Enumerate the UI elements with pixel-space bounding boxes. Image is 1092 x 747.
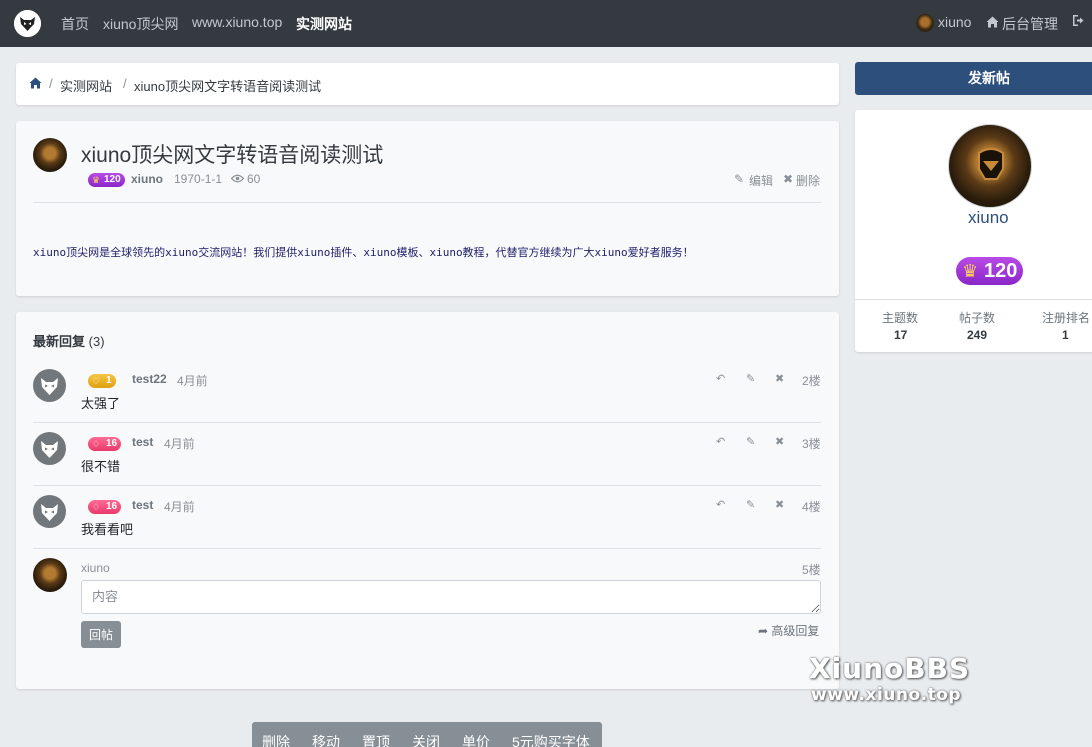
divider	[855, 299, 1092, 300]
compose-author: xiuno	[81, 561, 110, 575]
eye-icon	[230, 172, 245, 186]
reply-delete-icon[interactable]: ✖	[775, 498, 784, 511]
divider	[33, 548, 821, 549]
xiunobbs-watermark: XiunoBBS www.xiuno.top	[809, 652, 971, 705]
edit-icon[interactable]: ✎	[734, 172, 744, 186]
reply-edit-icon[interactable]: ✎	[746, 435, 755, 448]
diamond-icon: ♢	[92, 502, 101, 512]
reply-delete-icon[interactable]: ✖	[775, 372, 784, 385]
user-level-badge: ♛ 120	[88, 173, 125, 187]
diamond-icon: ♢	[92, 439, 101, 449]
admin-pin-button[interactable]: 置顶	[362, 732, 390, 747]
thread-body: xiuno顶尖网是全球领先的xiuno交流网站！我们提供xiuno插件、xiun…	[33, 246, 694, 259]
breadcrumb-home-icon[interactable]	[29, 76, 42, 91]
divider	[33, 422, 821, 423]
reply-time: 4月前	[177, 374, 208, 388]
user-avatar[interactable]	[916, 14, 934, 32]
reply-level-badge: ♢ 16	[88, 500, 122, 514]
stat-label-posts: 帖子数	[959, 311, 996, 325]
reply-author[interactable]: test	[132, 498, 153, 512]
stat-value-posts: 249	[967, 328, 988, 342]
reply-quote-icon[interactable]: ↶	[716, 435, 725, 448]
replies-card: 最新回复 (3) ♡ 1 test22 4月前 太强了 ↶ ✎ ✖ 2楼 ♢ 16 …	[16, 312, 839, 689]
nav-item-test-site[interactable]: 实测网站	[296, 14, 352, 34]
replies-count: (3)	[88, 334, 105, 349]
site-logo-icon[interactable]	[14, 10, 41, 37]
admin-delete-button[interactable]: 删除	[262, 732, 290, 747]
reply-avatar[interactable]	[33, 432, 66, 465]
reply-author[interactable]: test22	[132, 372, 167, 386]
compose-avatar	[33, 558, 67, 592]
reply-avatar[interactable]	[33, 495, 66, 528]
thread-title: xiuno顶尖网文字转语音阅读测试	[81, 144, 384, 167]
thread-view-count: 60	[247, 172, 261, 186]
thread-date: 1970-1-1	[174, 172, 223, 186]
thread-author[interactable]: xiuno	[131, 172, 163, 186]
home-icon	[986, 14, 999, 30]
reply-quote-icon[interactable]: ↶	[716, 372, 725, 385]
reply-edit-icon[interactable]: ✎	[746, 498, 755, 511]
nav-admin-link[interactable]: 后台管理	[1002, 14, 1058, 34]
admin-close-button[interactable]: 关闭	[412, 732, 440, 747]
reply-level-badge: ♡ 1	[88, 374, 116, 388]
reply-author[interactable]: test	[132, 435, 153, 449]
reply-floor: 3楼	[802, 437, 821, 451]
admin-action-bar: 删除 移动 置顶 关闭 单价 5元购买字体	[252, 722, 602, 747]
reply-content: 我看看吧	[81, 522, 134, 537]
breadcrumb: / 实测网站 / xiuno顶尖网文字转语音阅读测试	[16, 63, 839, 105]
thread-card: xiuno顶尖网文字转语音阅读测试 ♛ 120 xiuno 1970-1-1 60…	[16, 121, 839, 296]
reply-delete-icon[interactable]: ✖	[775, 435, 784, 448]
profile-level-badge: ♛ 120	[956, 257, 1023, 285]
heart-icon: ♡	[92, 376, 101, 386]
profile-avatar[interactable]	[948, 124, 1032, 208]
reply-time: 4月前	[164, 500, 195, 514]
nav-logout-icon[interactable]	[1072, 14, 1086, 30]
stat-label-rank: 注册排名	[1042, 311, 1091, 325]
share-icon: ➦	[758, 624, 769, 638]
nav-item-xiuno-top[interactable]: xiuno顶尖网	[103, 14, 178, 34]
reply-level-badge: ♢ 16	[88, 437, 122, 451]
replies-heading: 最新回复 (3)	[33, 334, 105, 349]
advanced-reply-link[interactable]: ➦ 高级回复	[758, 622, 819, 639]
reply-content: 太强了	[81, 396, 121, 411]
breadcrumb-separator: /	[49, 76, 53, 91]
nav-username[interactable]: xiuno	[938, 14, 971, 30]
breadcrumb-section-link[interactable]: 实测网站	[60, 76, 112, 95]
profile-username[interactable]: xiuno	[968, 208, 1009, 228]
stat-value-rank: 1	[1062, 328, 1069, 342]
admin-price-button[interactable]: 单价	[462, 732, 490, 747]
crown-icon: ♛	[962, 261, 979, 281]
reply-content-input[interactable]	[81, 580, 821, 614]
reply-quote-icon[interactable]: ↶	[716, 498, 725, 511]
author-avatar[interactable]	[33, 138, 67, 172]
stat-value-threads: 17	[894, 328, 908, 342]
submit-reply-button[interactable]: 回帖	[81, 621, 121, 648]
compose-floor: 5楼	[802, 563, 821, 577]
reply-avatar[interactable]	[33, 369, 66, 402]
reply-floor: 4楼	[802, 500, 821, 514]
new-thread-button[interactable]: 发新帖	[855, 62, 1092, 95]
breadcrumb-separator: /	[123, 76, 127, 91]
profile-card: xiuno ♛ 120 主题数 17 帖子数 249 注册排名 1	[855, 110, 1092, 352]
divider	[33, 485, 821, 486]
reply-time: 4月前	[164, 437, 195, 451]
admin-move-button[interactable]: 移动	[312, 732, 340, 747]
reply-content: 很不错	[81, 459, 121, 474]
crown-icon: ♛	[92, 175, 101, 185]
admin-buy-font-button[interactable]: 5元购买字体	[512, 732, 590, 747]
reply-edit-icon[interactable]: ✎	[746, 372, 755, 385]
breadcrumb-current[interactable]: xiuno顶尖网文字转语音阅读测试	[134, 76, 321, 95]
reply-floor: 2楼	[802, 374, 821, 388]
stat-label-threads: 主题数	[882, 311, 919, 325]
thread-edit-link[interactable]: 编辑	[749, 172, 773, 189]
thread-delete-link[interactable]: 删除	[796, 172, 820, 189]
nav-item-home[interactable]: 首页	[61, 14, 89, 34]
delete-icon[interactable]: ✖	[783, 172, 793, 186]
nav-item-www-xiuno-top[interactable]: www.xiuno.top	[192, 14, 282, 30]
top-navbar: 首页 xiuno顶尖网 www.xiuno.top 实测网站 xiuno 后台管…	[0, 0, 1092, 47]
divider	[33, 202, 821, 203]
